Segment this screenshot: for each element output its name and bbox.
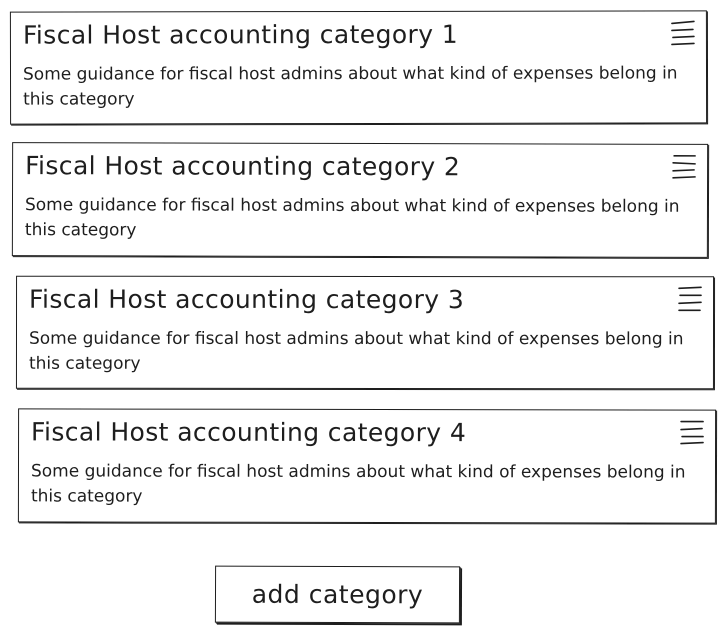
drag-handle-icon[interactable] <box>670 19 696 47</box>
category-description: Some guidance for fiscal host admins abo… <box>30 461 686 507</box>
category-description: Some guidance for fiscal host admins abo… <box>22 63 678 110</box>
drag-handle-icon[interactable] <box>671 153 697 181</box>
category-card-3[interactable]: Fiscal Host accounting category 3 Some g… <box>15 275 715 390</box>
category-description: Some guidance for fiscal host admins abo… <box>24 195 680 241</box>
category-title: Fiscal Host accounting category 4 <box>31 417 467 448</box>
drag-handle-icon[interactable] <box>677 285 703 313</box>
category-title: Fiscal Host accounting category 3 <box>29 284 465 315</box>
category-card-2[interactable]: Fiscal Host accounting category 2 Some g… <box>11 142 709 258</box>
category-card-4[interactable]: Fiscal Host accounting category 4 Some g… <box>17 408 717 524</box>
category-title: Fiscal Host accounting category 1 <box>22 19 459 50</box>
drag-handle-icon[interactable] <box>679 419 705 447</box>
category-title: Fiscal Host accounting category 2 <box>25 151 461 182</box>
add-category-button[interactable]: add category <box>214 565 461 624</box>
category-description: Some guidance for fiscal host admins abo… <box>28 328 684 374</box>
category-card-1[interactable]: Fiscal Host accounting category 1 Some g… <box>9 10 708 125</box>
